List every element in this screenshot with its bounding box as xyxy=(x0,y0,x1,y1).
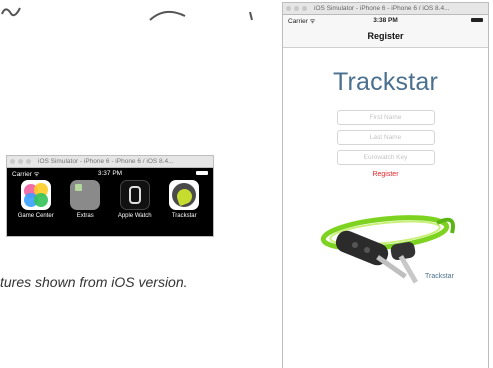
carrier-label: Carrier ᯤ xyxy=(288,17,316,25)
app-label: Extras xyxy=(76,213,94,219)
trackstar-icon xyxy=(169,180,200,210)
close-window-dot[interactable] xyxy=(286,6,291,11)
simulator-title-bar: iOS Simulator - iPhone 6 - iPhone 6 / iO… xyxy=(283,3,488,15)
simulator-title: iOS Simulator - iPhone 6 - iPhone 6 / iO… xyxy=(314,5,450,12)
status-bar: Carrier ᯤ 3:37 PM xyxy=(7,168,213,178)
zoom-window-dot[interactable] xyxy=(26,159,31,164)
app-trackstar[interactable]: Trackstar xyxy=(162,180,206,219)
status-time: 3:37 PM xyxy=(97,169,123,177)
minimize-window-dot[interactable] xyxy=(18,159,23,164)
figure-caption: tures shown from iOS version. xyxy=(0,274,188,290)
game-center-icon xyxy=(20,180,51,210)
status-time: 3:38 PM xyxy=(373,16,398,24)
simulator-title: iOS Simulator - iPhone 6 - iPhone 6 / iO… xyxy=(38,158,174,165)
app-game-center[interactable]: Game Center xyxy=(14,180,58,219)
extras-folder-icon xyxy=(70,180,101,210)
apple-watch-icon xyxy=(119,180,150,210)
simulator-title-bar: iOS Simulator - iPhone 6 - iPhone 6 / iO… xyxy=(7,156,213,168)
app-apple-watch[interactable]: Apple Watch xyxy=(113,180,157,219)
status-bar: Carrier ᯤ 3:38 PM xyxy=(283,15,488,25)
navigation-bar: Register xyxy=(283,25,488,48)
register-button[interactable]: Register xyxy=(283,171,488,178)
battery-icon xyxy=(196,171,208,175)
battery-icon xyxy=(471,18,483,22)
zoom-window-dot[interactable] xyxy=(302,6,307,11)
app-label: Game Center xyxy=(17,213,54,219)
close-window-dot[interactable] xyxy=(10,159,15,164)
ink-stroke xyxy=(1,7,253,21)
last-name-field[interactable]: Last Name xyxy=(336,130,435,145)
app-label: Trackstar xyxy=(171,213,197,219)
nav-title: Register xyxy=(367,31,404,41)
app-title: Trackstar xyxy=(332,68,439,96)
app-label: Apple Watch xyxy=(117,213,152,219)
home-screen-simulator: iOS Simulator - iPhone 6 - iPhone 6 / iO… xyxy=(6,155,214,237)
carrier-label: Carrier ᯤ xyxy=(12,170,40,178)
minimize-window-dot[interactable] xyxy=(294,6,299,11)
first-name-field[interactable]: First Name xyxy=(336,110,435,125)
register-screen-simulator: iOS Simulator - iPhone 6 - iPhone 6 / iO… xyxy=(282,2,489,368)
app-extras[interactable]: Extras xyxy=(63,180,107,219)
logo-caption: Trackstar xyxy=(425,273,454,280)
eurowatch-key-field[interactable]: Eurowatch Key xyxy=(336,150,435,165)
